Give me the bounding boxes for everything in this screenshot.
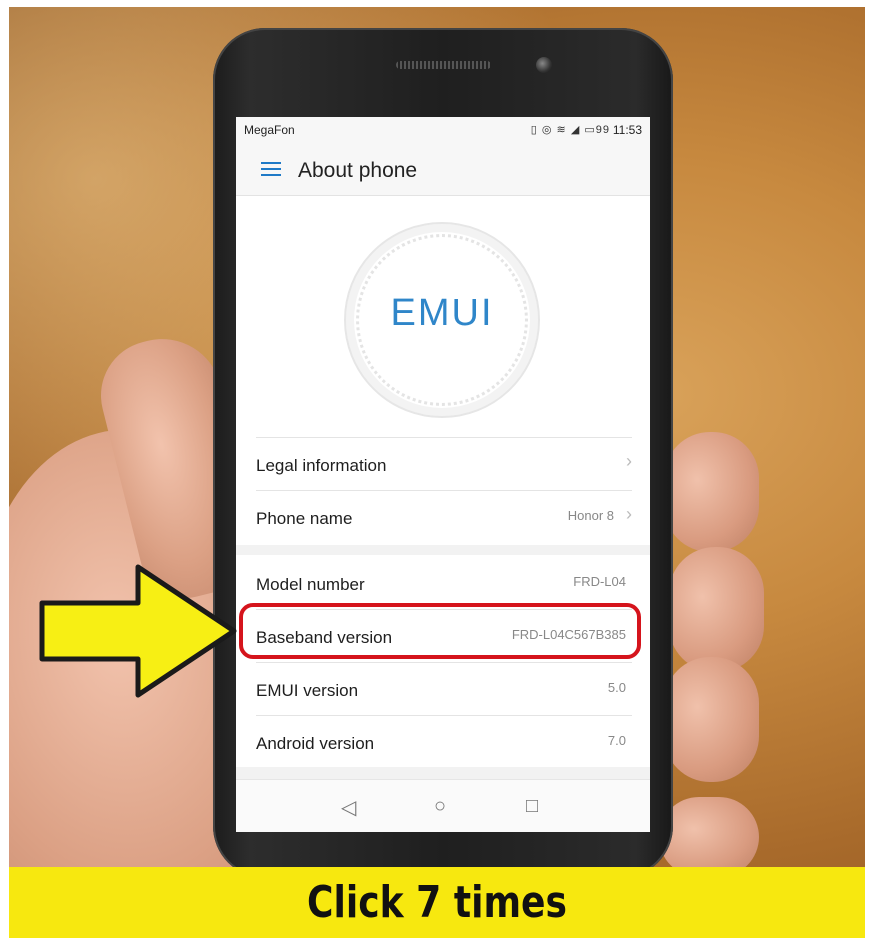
- back-icon[interactable]: ◁: [341, 795, 356, 820]
- row-value: Honor 8: [567, 508, 614, 523]
- battery-icon: ▭: [584, 124, 596, 136]
- status-icons: ▯ ◎ ≋ ◢ ▭99: [531, 123, 610, 136]
- row-android-version[interactable]: Android version 7.0: [256, 715, 632, 768]
- chevron-right-icon: ›: [626, 451, 632, 471]
- phone-screen: MegaFon ▯ ◎ ≋ ◢ ▭99 11:53 About phone EM…: [236, 117, 650, 832]
- eye-icon: ◎: [541, 124, 553, 136]
- caption-text: Click 7 times: [307, 877, 567, 928]
- emui-logo: EMUI: [390, 292, 494, 334]
- front-camera: [536, 57, 552, 73]
- earpiece-speaker: [396, 61, 491, 69]
- row-label: EMUI version: [256, 681, 359, 700]
- vibrate-icon: ▯: [530, 124, 538, 136]
- row-value: FRD-L04: [573, 574, 626, 589]
- row-legal-information[interactable]: Legal information ›: [256, 437, 632, 490]
- row-value: 5.0: [607, 680, 626, 695]
- finger: [659, 797, 759, 867]
- row-label: Android version: [256, 734, 375, 753]
- home-icon[interactable]: ○: [434, 795, 446, 818]
- page-title: About phone: [298, 159, 418, 182]
- wifi-icon: ≋: [556, 124, 567, 136]
- row-label: Model number: [256, 575, 365, 594]
- settings-group-top: Legal information › Phone name Honor 8 ›: [256, 437, 632, 543]
- status-bar: MegaFon ▯ ◎ ≋ ◢ ▭99 11:53: [236, 117, 650, 143]
- emui-logo-ring: EMUI: [344, 222, 540, 418]
- row-phone-name[interactable]: Phone name Honor 8 ›: [256, 490, 632, 543]
- section-divider: [236, 767, 650, 779]
- highlight-circle: [239, 603, 641, 659]
- menu-icon[interactable]: [261, 162, 281, 177]
- arrow-right-icon: [39, 564, 237, 698]
- carrier-name: MegaFon: [244, 123, 295, 137]
- signal-icon: ◢: [570, 124, 581, 136]
- row-value: 7.0: [607, 733, 626, 748]
- section-divider: [236, 545, 650, 555]
- settings-group-info: Model number FRD-L04 Baseband version FR…: [256, 557, 632, 768]
- row-label: Legal information: [256, 456, 387, 475]
- app-bar: About phone: [236, 143, 650, 196]
- finger: [669, 547, 764, 672]
- battery-level: 99: [595, 124, 610, 136]
- recent-apps-icon[interactable]: □: [526, 795, 538, 818]
- row-model-number[interactable]: Model number FRD-L04: [256, 557, 632, 609]
- status-time: 11:53: [612, 123, 642, 137]
- caption-bar: Click 7 times: [9, 867, 865, 938]
- chevron-right-icon: ›: [626, 504, 632, 524]
- row-label: Phone name: [256, 509, 353, 528]
- finger: [664, 657, 759, 782]
- finger: [664, 432, 759, 552]
- row-emui-version[interactable]: EMUI version 5.0: [256, 662, 632, 715]
- navigation-bar: ◁ ○ □: [236, 779, 650, 832]
